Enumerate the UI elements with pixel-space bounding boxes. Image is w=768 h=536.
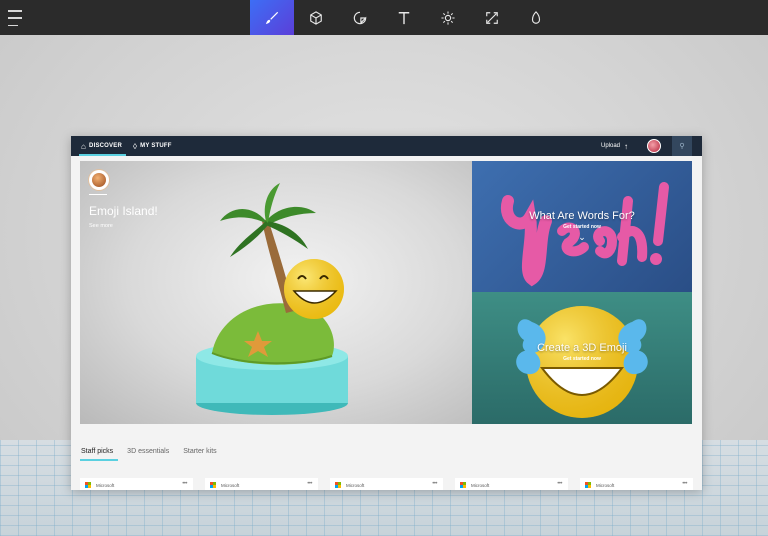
remix-nav-bar: ⌂ DISCOVER ◊ MY STUFF Upload ↑ ⚲ xyxy=(71,136,702,156)
more-options-icon[interactable]: ••• xyxy=(557,481,562,487)
more-options-icon[interactable]: ••• xyxy=(307,481,312,487)
more-options-icon[interactable]: ••• xyxy=(182,481,187,487)
canvas-icon xyxy=(486,11,498,24)
cube-icon xyxy=(310,10,322,25)
tab-staff-picks[interactable]: Staff picks xyxy=(80,442,114,460)
text-icon xyxy=(398,11,410,24)
nav-discover[interactable]: ⌂ DISCOVER xyxy=(81,136,122,156)
top-toolbar xyxy=(0,0,768,35)
creator-badge[interactable] xyxy=(89,170,109,190)
search-button[interactable]: ⚲ xyxy=(672,136,692,156)
featured-hero-emoji-island[interactable]: Emoji Island! See more xyxy=(80,161,472,424)
emoji-island-model xyxy=(196,183,348,415)
model-card[interactable]: Microsoft ••• xyxy=(80,478,193,490)
get-started-link[interactable]: Get started now xyxy=(563,224,601,230)
tool-3d-shapes[interactable] xyxy=(294,0,338,35)
model-card[interactable]: Microsoft ••• xyxy=(580,478,693,490)
effects-icon xyxy=(441,10,455,25)
remix-icon: ◊ xyxy=(133,141,138,151)
upload-button[interactable]: Upload ↑ xyxy=(601,136,628,156)
model-card[interactable]: Microsoft ••• xyxy=(205,478,318,490)
chevron-down-icon: ⌄ xyxy=(578,363,586,374)
menu-icon[interactable] xyxy=(8,10,26,26)
model-card[interactable]: Microsoft ••• xyxy=(455,478,568,490)
more-options-icon[interactable]: ••• xyxy=(432,481,437,487)
remix3d-panel: ⌂ DISCOVER ◊ MY STUFF Upload ↑ ⚲ Emoji I… xyxy=(71,136,702,490)
microsoft-logo-icon xyxy=(335,482,341,488)
tile-title: What Are Words For? xyxy=(529,210,635,222)
card-publisher: Microsoft xyxy=(221,482,240,488)
tab-starter-kits[interactable]: Starter kits xyxy=(182,442,217,460)
tool-brushes[interactable] xyxy=(250,0,294,35)
divider xyxy=(89,194,107,195)
model-card[interactable]: Microsoft ••• xyxy=(330,478,443,490)
home-icon: ⌂ xyxy=(81,141,87,151)
upload-label: Upload xyxy=(601,143,621,149)
hero-see-more-link[interactable]: See more xyxy=(89,223,113,229)
microsoft-logo-icon xyxy=(85,482,91,488)
tool-effects[interactable] xyxy=(426,0,470,35)
nav-discover-label: DISCOVER xyxy=(89,143,122,149)
nav-active-indicator xyxy=(79,154,126,156)
tool-text[interactable] xyxy=(382,0,426,35)
get-started-link[interactable]: Get started now xyxy=(563,356,601,362)
remix3d-icon xyxy=(531,10,541,24)
microsoft-logo-icon xyxy=(460,482,466,488)
card-publisher: Microsoft xyxy=(346,482,365,488)
tab-3d-essentials[interactable]: 3D essentials xyxy=(126,442,170,460)
search-icon: ⚲ xyxy=(679,143,685,150)
upload-arrow-icon: ↑ xyxy=(624,141,629,151)
avatar[interactable] xyxy=(647,139,661,153)
card-publisher: Microsoft xyxy=(471,482,490,488)
microsoft-logo-icon xyxy=(210,482,216,488)
tool-stickers[interactable] xyxy=(338,0,382,35)
nav-my-stuff-label: MY STUFF xyxy=(140,143,172,149)
card-publisher: Microsoft xyxy=(596,482,615,488)
more-options-icon[interactable]: ••• xyxy=(682,481,687,487)
microsoft-logo-icon xyxy=(585,482,591,488)
tab-active-indicator xyxy=(80,459,118,461)
tile-title: Create a 3D Emoji xyxy=(537,341,627,354)
tool-remix3d[interactable] xyxy=(514,0,558,35)
chevron-down-icon: ⌄ xyxy=(578,232,586,242)
hero-title: Emoji Island! xyxy=(89,204,158,218)
sticker-icon xyxy=(353,11,367,24)
featured-tile-words[interactable]: What Are Words For? Get started now ⌄ xyxy=(472,161,692,292)
nav-my-stuff[interactable]: ◊ MY STUFF xyxy=(133,136,172,156)
brush-icon xyxy=(265,11,279,24)
featured-tile-emoji[interactable]: Create a 3D Emoji Get started now ⌄ xyxy=(472,292,692,424)
tool-canvas[interactable] xyxy=(470,0,514,35)
card-publisher: Microsoft xyxy=(96,482,115,488)
